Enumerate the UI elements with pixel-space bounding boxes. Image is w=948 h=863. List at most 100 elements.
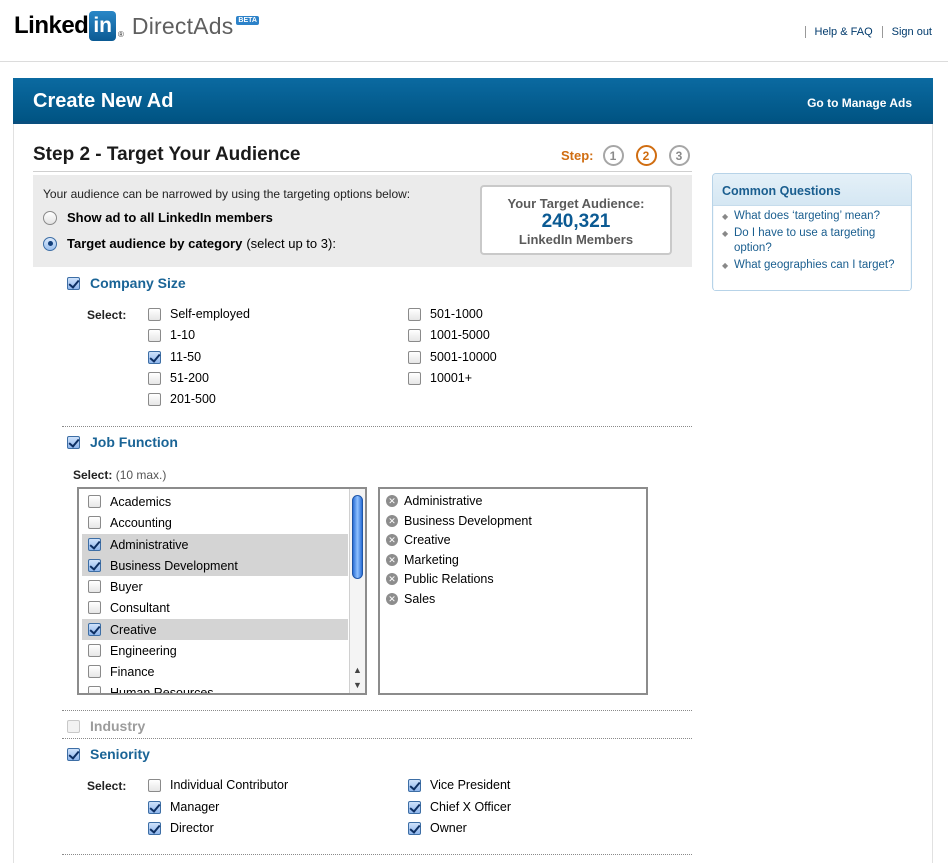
company-size-option[interactable]: 501-1000 xyxy=(408,307,483,321)
target-audience-box: Your Target Audience: 240,321 LinkedIn M… xyxy=(480,185,672,255)
radio-category-note: (select up to 3): xyxy=(246,236,336,251)
job-function-header[interactable]: Job Function xyxy=(67,434,178,450)
list-item[interactable]: Administrative xyxy=(82,534,348,555)
checkbox-10001-plus[interactable] xyxy=(408,371,421,385)
seniority-option[interactable]: Manager xyxy=(148,800,219,814)
checkbox-creative[interactable] xyxy=(88,623,101,636)
scroll-up-arrow-icon[interactable]: ▲ xyxy=(350,663,365,677)
checkbox-1001-5000[interactable] xyxy=(408,328,421,342)
sign-out-link[interactable]: Sign out xyxy=(881,26,932,38)
company-size-option[interactable]: 1-10 xyxy=(148,328,195,342)
seniority-option[interactable]: Vice President xyxy=(408,778,510,792)
list-item-label: Finance xyxy=(110,664,155,679)
checkbox-1-10[interactable] xyxy=(148,328,161,342)
company-size-option[interactable]: 11-50 xyxy=(148,350,201,364)
checkbox-vice-president[interactable] xyxy=(408,778,421,792)
checkbox-finance[interactable] xyxy=(88,665,101,678)
remove-icon[interactable]: ✕ xyxy=(386,573,398,585)
bullet-icon: ◆ xyxy=(722,212,729,221)
bullet-icon: ◆ xyxy=(722,261,729,270)
company-size-option[interactable]: 10001+ xyxy=(408,371,472,385)
checkbox-11-50[interactable] xyxy=(148,350,161,364)
company-size-checkbox[interactable] xyxy=(67,276,80,290)
option-label: 501-1000 xyxy=(430,307,483,321)
remove-icon[interactable]: ✕ xyxy=(386,515,398,527)
logo-registered-mark: ® xyxy=(118,30,124,39)
checkbox-director[interactable] xyxy=(148,821,161,835)
company-size-option[interactable]: 1001-5000 xyxy=(408,328,490,342)
list-item-label: Engineering xyxy=(110,643,177,658)
checkbox-individual-contributor[interactable] xyxy=(148,778,161,792)
selected-item: ✕ Public Relations xyxy=(386,572,494,586)
option-label: Self-employed xyxy=(170,307,250,321)
remove-icon[interactable]: ✕ xyxy=(386,554,398,566)
job-function-listbox[interactable]: Academics Accounting Administrative Busi… xyxy=(77,487,367,695)
checkbox-5001-10000[interactable] xyxy=(408,350,421,364)
list-item[interactable]: Engineering xyxy=(82,640,348,661)
checkbox-501-1000[interactable] xyxy=(408,307,421,321)
linkedin-directads-logo[interactable]: Linked in ® DirectAds BETA xyxy=(14,10,259,42)
scroll-down-arrow-icon[interactable]: ▼ xyxy=(350,678,365,692)
selected-item-label: Sales xyxy=(404,592,436,606)
selected-item: ✕ Creative xyxy=(386,533,451,547)
manage-ads-link[interactable]: Go to Manage Ads xyxy=(807,96,912,110)
list-item[interactable]: Finance xyxy=(82,661,348,682)
list-item[interactable]: Consultant xyxy=(82,597,348,618)
logo-linked-text: Linked xyxy=(14,12,89,39)
question-link[interactable]: ◆ What geographies can I target? xyxy=(714,258,910,273)
list-item[interactable]: Buyer xyxy=(82,576,348,597)
job-function-title: Job Function xyxy=(90,434,178,450)
company-size-option[interactable]: 5001-10000 xyxy=(408,350,497,364)
company-size-option[interactable]: Self-employed xyxy=(148,307,250,321)
seniority-header[interactable]: Seniority xyxy=(67,746,150,762)
scrollbar-thumb[interactable] xyxy=(352,495,363,579)
list-item-label: Academics xyxy=(110,494,172,509)
checkbox-academics[interactable] xyxy=(88,495,101,508)
checkbox-self-employed[interactable] xyxy=(148,307,161,321)
question-link[interactable]: ◆ Do I have to use a targeting option? xyxy=(714,226,910,256)
listbox-scrollbar[interactable]: ▲ ▼ xyxy=(349,489,365,693)
list-item[interactable]: Accounting xyxy=(82,512,348,533)
common-questions-title: Common Questions xyxy=(713,174,911,206)
section-divider xyxy=(62,710,692,711)
checkbox-51-200[interactable] xyxy=(148,371,161,385)
list-item[interactable]: Creative xyxy=(82,619,348,640)
question-link[interactable]: ◆ What does ‘targeting’ mean? xyxy=(714,209,910,224)
radio-all-label: Show ad to all LinkedIn members xyxy=(67,210,273,225)
help-faq-link[interactable]: Help & FAQ xyxy=(804,26,873,38)
list-item[interactable]: Academics xyxy=(82,491,348,512)
checkbox-manager[interactable] xyxy=(148,800,161,814)
seniority-option[interactable]: Chief X Officer xyxy=(408,800,511,814)
seniority-option[interactable]: Director xyxy=(148,821,214,835)
checkbox-accounting[interactable] xyxy=(88,516,101,529)
checkbox-engineering[interactable] xyxy=(88,644,101,657)
checkbox-buyer[interactable] xyxy=(88,580,101,593)
seniority-option[interactable]: Owner xyxy=(408,821,467,835)
radio-category-icon[interactable] xyxy=(43,236,57,251)
job-function-checkbox[interactable] xyxy=(67,435,80,449)
radio-all-icon[interactable] xyxy=(43,210,57,225)
checkbox-owner[interactable] xyxy=(408,821,421,835)
seniority-title: Seniority xyxy=(90,746,150,762)
checkbox-business-development[interactable] xyxy=(88,559,101,572)
checkbox-chief-x-officer[interactable] xyxy=(408,800,421,814)
company-size-option[interactable]: 51-200 xyxy=(148,371,209,385)
checkbox-consultant[interactable] xyxy=(88,601,101,614)
step-3-circle[interactable]: 3 xyxy=(668,145,690,166)
radio-target-category[interactable]: Target audience by category (select up t… xyxy=(43,236,336,251)
remove-icon[interactable]: ✕ xyxy=(386,593,398,605)
company-size-option[interactable]: 201-500 xyxy=(148,392,216,406)
checkbox-human-resources[interactable] xyxy=(88,686,101,693)
remove-icon[interactable]: ✕ xyxy=(386,495,398,507)
radio-all-members[interactable]: Show ad to all LinkedIn members xyxy=(43,210,273,225)
common-questions-box: Common Questions ◆ What does ‘targeting’ … xyxy=(712,173,912,291)
list-item[interactable]: Business Development xyxy=(82,555,348,576)
seniority-option[interactable]: Individual Contributor xyxy=(148,778,288,792)
seniority-checkbox[interactable] xyxy=(67,747,80,761)
step-1-circle[interactable]: 1 xyxy=(602,145,624,166)
checkbox-administrative[interactable] xyxy=(88,538,101,551)
checkbox-201-500[interactable] xyxy=(148,392,161,406)
remove-icon[interactable]: ✕ xyxy=(386,534,398,546)
list-item[interactable]: Human Resources xyxy=(82,682,348,693)
company-size-header[interactable]: Company Size xyxy=(67,275,186,291)
